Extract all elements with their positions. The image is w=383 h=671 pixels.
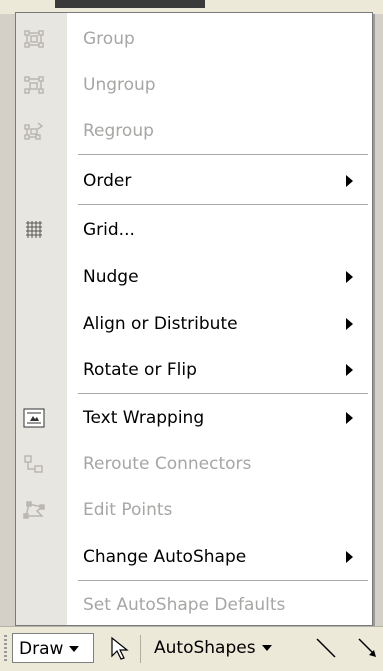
select-objects-icon[interactable] bbox=[108, 636, 130, 666]
menu-item-label: Change AutoShape bbox=[83, 547, 247, 567]
menu-separator bbox=[78, 154, 368, 155]
menu-item-rotate-or-flip[interactable]: Rotate or Flip bbox=[16, 350, 372, 390]
menu-item-grid[interactable]: Grid... bbox=[16, 210, 372, 250]
edit-points-icon bbox=[23, 500, 45, 520]
menu-item-label: Reroute Connectors bbox=[83, 454, 252, 474]
draw-button-label: Draw bbox=[19, 639, 64, 659]
menu-item-label: Grid... bbox=[83, 220, 135, 240]
menu-item-change-autoshape[interactable]: Change AutoShape bbox=[16, 537, 372, 577]
submenu-arrow-icon bbox=[346, 412, 353, 424]
menu-item-label: Group bbox=[83, 29, 135, 49]
submenu-arrow-icon bbox=[346, 271, 353, 283]
menu-item-align-or-distribute[interactable]: Align or Distribute bbox=[16, 304, 372, 344]
line-icon[interactable] bbox=[314, 636, 338, 666]
menu-item-label: Edit Points bbox=[83, 500, 173, 520]
group-icon bbox=[23, 29, 45, 49]
menu-item-label: Order bbox=[83, 171, 132, 191]
toolbar-separator bbox=[140, 635, 141, 663]
menu-item-label: Regroup bbox=[83, 121, 154, 141]
menu-item-set-autoshape-defaults[interactable]: Set AutoShape Defaults bbox=[16, 585, 372, 625]
menu-item-ungroup[interactable]: Ungroup bbox=[16, 65, 372, 105]
menu-item-label: Align or Distribute bbox=[83, 314, 238, 334]
text-wrapping-icon bbox=[23, 408, 45, 428]
submenu-arrow-icon bbox=[346, 318, 353, 330]
menu-item-label: Ungroup bbox=[83, 75, 156, 95]
drawing-toolbar: Draw AutoShapes bbox=[0, 626, 383, 671]
menu-item-label: Nudge bbox=[83, 267, 139, 287]
dropdown-arrow-icon bbox=[69, 646, 80, 652]
menu-separator bbox=[78, 393, 368, 394]
menu-separator bbox=[78, 204, 368, 205]
menu-item-reroute-connectors[interactable]: Reroute Connectors bbox=[16, 444, 372, 484]
toolbar-grip[interactable] bbox=[4, 635, 7, 663]
grid-icon bbox=[23, 220, 45, 240]
menu-item-regroup[interactable]: Regroup bbox=[16, 111, 372, 151]
menu-separator bbox=[78, 580, 368, 581]
draw-menu: Group Ungroup Regroup Order Grid... Nudg… bbox=[15, 12, 373, 626]
menu-item-text-wrapping[interactable]: Text Wrapping bbox=[16, 398, 372, 438]
ungroup-icon bbox=[23, 75, 45, 95]
arrow-icon[interactable] bbox=[356, 636, 380, 666]
dropdown-arrow-icon bbox=[261, 645, 272, 651]
menu-item-order[interactable]: Order bbox=[16, 161, 372, 201]
autoshapes-button-label: AutoShapes bbox=[154, 638, 256, 658]
menu-item-edit-points[interactable]: Edit Points bbox=[16, 490, 372, 530]
menu-item-label: Set AutoShape Defaults bbox=[83, 595, 286, 615]
menu-item-group[interactable]: Group bbox=[16, 19, 372, 59]
submenu-arrow-icon bbox=[346, 551, 353, 563]
autoshapes-menu-button[interactable]: AutoShapes bbox=[148, 633, 310, 663]
submenu-arrow-icon bbox=[346, 175, 353, 187]
draw-menu-button[interactable]: Draw bbox=[12, 633, 94, 663]
regroup-icon bbox=[23, 121, 45, 141]
submenu-arrow-icon bbox=[346, 364, 353, 376]
window-edge bbox=[55, 0, 205, 8]
reroute-connectors-icon bbox=[23, 454, 45, 474]
menu-item-label: Rotate or Flip bbox=[83, 360, 197, 380]
menu-item-nudge[interactable]: Nudge bbox=[16, 257, 372, 297]
menu-item-label: Text Wrapping bbox=[83, 408, 205, 428]
